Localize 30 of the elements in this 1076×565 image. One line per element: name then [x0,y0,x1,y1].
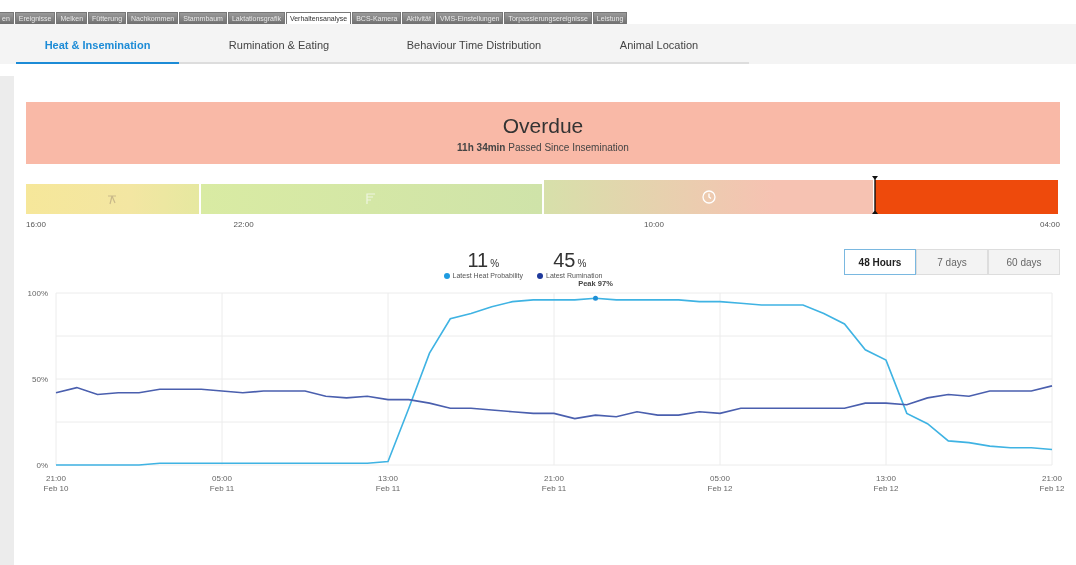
timeline-label: 22:00 [233,220,255,229]
time-cursor-icon [872,176,879,214]
flag-icon [365,193,378,205]
stat-value: 11% [467,249,500,272]
view-tab[interactable]: Behaviour Time Distribution [379,28,569,64]
x-axis-label: 13:00 Feb 11 [375,474,401,493]
peak-marker [593,295,598,301]
status-subtitle: 11h 34min Passed Since Insemination [457,141,629,153]
view-tab[interactable]: Rumination & Eating [179,28,379,64]
x-axis-label: 21:00 Feb 12 [1039,474,1065,493]
x-axis-label: 05:00 Feb 11 [209,474,235,493]
timeline-label: 10:00 [644,220,665,229]
x-axis-label: 13:00 Feb 12 [873,474,899,493]
status-title: Overdue [502,113,584,138]
clock-icon [701,190,716,204]
view-tab[interactable]: Heat & Insemination [16,28,179,64]
y-axis-label: 0% [36,461,48,470]
range-button[interactable]: 48 Hours [844,249,916,275]
range-button[interactable]: 7 days [916,249,988,275]
x-axis-label: 05:00 Feb 12 [707,474,733,493]
x-axis-label: 21:00 Feb 11 [541,474,567,493]
timeline-label: 16:00 [26,220,48,229]
stat-value: 45% [553,249,587,272]
sprout-icon [106,193,119,205]
y-axis-label: 50% [32,375,48,384]
range-button[interactable]: 60 days [988,249,1060,275]
x-axis-label: 21:00 Feb 10 [43,474,69,493]
timeline-label: 04:00 [1039,220,1060,229]
view-tab[interactable]: Animal Location [569,28,749,64]
y-axis-label: 100% [27,289,48,298]
